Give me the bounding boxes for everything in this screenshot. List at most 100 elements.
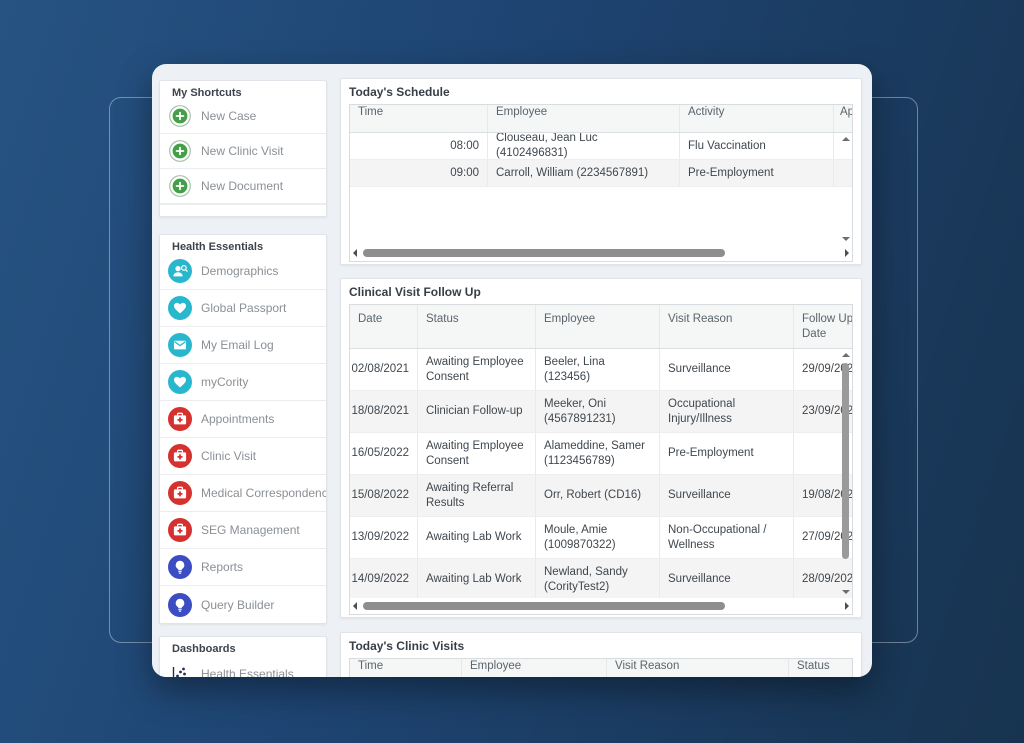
background: My Shortcuts New Case New Clinic Visit N… <box>0 0 1024 743</box>
scroll-up-arrow[interactable] <box>842 137 850 141</box>
heart-icon <box>168 370 192 394</box>
cell-activity: Pre-Employment <box>680 160 834 186</box>
demographics-icon <box>168 259 192 283</box>
plus-icon <box>168 139 192 163</box>
follow-up-grid: Date Status Employee Visit Reason Follow… <box>349 304 853 615</box>
todays-clinic-visits-widget: Today's Clinic Visits Time Employee Visi… <box>340 632 862 677</box>
dashboards-panel: Dashboards Health Essentials <box>159 636 327 677</box>
cell-employee: Alameddine, Samer (1123456789) <box>536 433 660 474</box>
plus-icon <box>168 104 192 128</box>
widget-title: Clinical Visit Follow Up <box>349 285 853 300</box>
sidebar-item-health-essentials-dashboard[interactable]: Health Essentials <box>160 655 326 677</box>
column-header-visit-reason[interactable]: Visit Reason <box>660 305 794 348</box>
medical-bag-icon <box>168 481 192 505</box>
schedule-grid: Time Employee Activity Ap 08:00 Clouseau… <box>349 104 853 262</box>
column-header-time[interactable]: Time <box>350 659 462 677</box>
cell-visit-reason: Surveillance <box>660 559 794 598</box>
sidebar-item-medical-correspondence[interactable]: Medical Correspondence <box>160 475 326 512</box>
scroll-up-arrow[interactable] <box>842 353 850 357</box>
sidebar-item-demographics[interactable]: Demographics <box>160 253 326 290</box>
column-header-status[interactable]: Status <box>418 305 536 348</box>
table-row[interactable]: 02/08/2021 Awaiting Employee Consent Bee… <box>350 349 852 391</box>
scroll-left-arrow[interactable] <box>353 602 357 610</box>
sidebar-item-new-clinic-visit[interactable]: New Clinic Visit <box>160 134 326 169</box>
medical-bag-icon <box>168 407 192 431</box>
widget-title: Today's Clinic Visits <box>349 639 853 654</box>
horizontal-scroll-thumb[interactable] <box>363 602 725 610</box>
scroll-down-arrow[interactable] <box>842 237 850 241</box>
sidebar-item-seg-management[interactable]: SEG Management <box>160 512 326 549</box>
column-header-visit-reason[interactable]: Visit Reason <box>607 659 789 677</box>
follow-up-header-row: Date Status Employee Visit Reason Follow… <box>350 305 852 349</box>
table-row[interactable]: 16/05/2022 Awaiting Employee Consent Ala… <box>350 433 852 475</box>
table-row[interactable]: 18/08/2021 Clinician Follow-up Meeker, O… <box>350 391 852 433</box>
horizontal-scrollbar <box>350 598 852 614</box>
table-row[interactable]: 14/09/2022 Awaiting Lab Work Newland, Sa… <box>350 559 852 598</box>
cell-status: Awaiting Employee Consent <box>418 433 536 474</box>
table-row[interactable]: 09:00 Carroll, William (2234567891) Pre-… <box>350 160 852 187</box>
cell-date: 18/08/2021 <box>350 391 418 432</box>
cell-date: 14/09/2022 <box>350 559 418 598</box>
cell-visit-reason: Surveillance <box>660 349 794 390</box>
cell-employee: Clouseau, Jean Luc (4102496831) <box>488 133 680 159</box>
cell-employee: Newland, Sandy (CorityTest2) <box>536 559 660 598</box>
sidebar: My Shortcuts New Case New Clinic Visit N… <box>159 80 327 677</box>
column-header-status[interactable]: Status <box>789 659 852 677</box>
cell-date: 16/05/2022 <box>350 433 418 474</box>
column-header-employee[interactable]: Employee <box>536 305 660 348</box>
cell-employee: Carroll, William (2234567891) <box>488 160 680 186</box>
column-header-date[interactable]: Date <box>350 305 418 348</box>
sidebar-item-mycority[interactable]: myCority <box>160 364 326 401</box>
heart-icon <box>168 296 192 320</box>
sidebar-item-label: New Case <box>201 109 256 123</box>
column-header-employee[interactable]: Employee <box>462 659 607 677</box>
cell-status: Clinician Follow-up <box>418 391 536 432</box>
sidebar-item-label: Health Essentials <box>201 667 294 678</box>
medical-bag-icon <box>168 518 192 542</box>
vertical-scroll-thumb[interactable] <box>842 363 849 559</box>
column-header-activity[interactable]: Activity <box>680 105 834 132</box>
sidebar-item-clinic-visit[interactable]: Clinic Visit <box>160 438 326 475</box>
vertical-scrollbar <box>839 349 852 598</box>
clinic-visits-grid: Time Employee Visit Reason Status <box>349 658 853 677</box>
sidebar-item-label: Appointments <box>201 412 274 426</box>
cell-visit-reason: Pre-Employment <box>660 433 794 474</box>
sidebar-item-query-builder[interactable]: Query Builder <box>160 586 326 623</box>
sidebar-item-label: New Document <box>201 179 283 193</box>
sidebar-item-label: Demographics <box>201 264 278 278</box>
follow-up-body: 02/08/2021 Awaiting Employee Consent Bee… <box>350 349 852 598</box>
sidebar-item-label: myCority <box>201 375 248 389</box>
scroll-left-arrow[interactable] <box>353 249 357 257</box>
lightbulb-icon <box>168 555 192 579</box>
table-row[interactable]: 15/08/2022 Awaiting Referral Results Orr… <box>350 475 852 517</box>
sidebar-item-appointments[interactable]: Appointments <box>160 401 326 438</box>
sidebar-item-global-passport[interactable]: Global Passport <box>160 290 326 327</box>
scroll-right-arrow[interactable] <box>845 249 849 257</box>
sidebar-item-my-email-log[interactable]: My Email Log <box>160 327 326 364</box>
scroll-down-arrow[interactable] <box>842 590 850 594</box>
column-header-employee[interactable]: Employee <box>488 105 680 132</box>
cell-date: 13/09/2022 <box>350 517 418 558</box>
cell-activity: Flu Vaccination <box>680 133 834 159</box>
cell-visit-reason: Occupational Injury/Illness <box>660 391 794 432</box>
sidebar-item-label: Query Builder <box>201 598 274 612</box>
sidebar-item-new-case[interactable]: New Case <box>160 99 326 134</box>
sidebar-item-new-document[interactable]: New Document <box>160 169 326 204</box>
cell-employee: Beeler, Lina (123456) <box>536 349 660 390</box>
email-icon <box>168 333 192 357</box>
scroll-right-arrow[interactable] <box>845 602 849 610</box>
column-header-time[interactable]: Time <box>350 105 488 132</box>
sidebar-item-label: SEG Management <box>201 523 300 537</box>
cell-visit-reason: Non-Occupational / Wellness <box>660 517 794 558</box>
table-row[interactable]: 08:00 Clouseau, Jean Luc (4102496831) Fl… <box>350 133 852 160</box>
dashboard-card: My Shortcuts New Case New Clinic Visit N… <box>152 64 872 677</box>
horizontal-scroll-thumb[interactable] <box>363 249 725 257</box>
column-header-appointment[interactable]: Ap <box>834 105 853 132</box>
column-header-follow-up-date[interactable]: Follow Up Date <box>794 305 853 348</box>
horizontal-scrollbar <box>350 245 852 261</box>
todays-schedule-widget: Today's Schedule Time Employee Activity … <box>340 78 862 265</box>
table-row[interactable]: 13/09/2022 Awaiting Lab Work Moule, Amie… <box>350 517 852 559</box>
cell-time: 08:00 <box>350 133 488 159</box>
sidebar-item-reports[interactable]: Reports <box>160 549 326 586</box>
health-essentials-panel: Health Essentials Demographics Global Pa… <box>159 234 327 624</box>
